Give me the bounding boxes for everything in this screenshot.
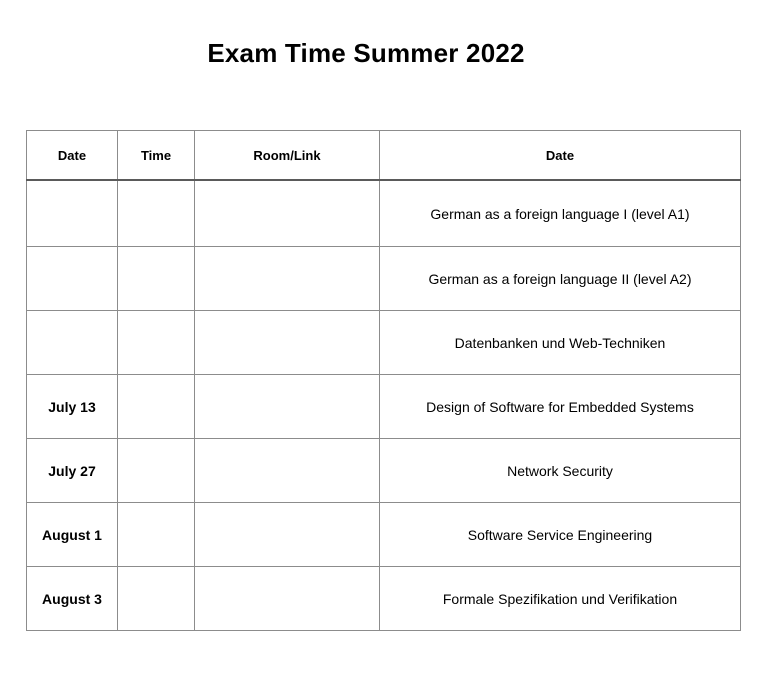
- table-row: German as a foreign language II (level A…: [26, 246, 741, 311]
- header-date: Date: [26, 130, 118, 181]
- cell-time: [117, 310, 195, 375]
- cell-room-link: [194, 502, 380, 567]
- cell-course: Datenbanken und Web-Techniken: [379, 310, 741, 375]
- document-title: Exam Time Summer 2022: [207, 38, 525, 68]
- cell-time: [117, 246, 195, 311]
- cell-room-link: [194, 374, 380, 439]
- header-time: Time: [117, 130, 195, 181]
- table-row: Datenbanken und Web-Techniken: [26, 310, 741, 375]
- cell-date: [26, 246, 118, 311]
- cell-course: Software Service Engineering: [379, 502, 741, 567]
- cell-room-link: [194, 438, 380, 503]
- cell-course: German as a foreign language I (level A1…: [379, 179, 741, 247]
- cell-course: Formale Spezifikation und Verifikation: [379, 566, 741, 631]
- cell-time: [117, 438, 195, 503]
- cell-date: August 1: [26, 502, 118, 567]
- cell-course: German as a foreign language II (level A…: [379, 246, 741, 311]
- cell-time: [117, 566, 195, 631]
- cell-time: [117, 374, 195, 439]
- cell-date: [26, 310, 118, 375]
- table-header-row: Date Time Room/Link Date: [26, 130, 741, 181]
- header-room-link: Room/Link: [194, 130, 380, 181]
- cell-course: Design of Software for Embedded Systems: [379, 374, 741, 439]
- cell-date: August 3: [26, 566, 118, 631]
- table-row: July 27 Network Security: [26, 438, 741, 503]
- table-row: July 13 Design of Software for Embedded …: [26, 374, 741, 439]
- table-row: August 1 Software Service Engineering: [26, 502, 741, 567]
- exam-schedule-table: Date Time Room/Link Date German as a for…: [26, 130, 741, 631]
- cell-date: July 27: [26, 438, 118, 503]
- table-row: August 3 Formale Spezifikation und Verif…: [26, 566, 741, 631]
- table-row: German as a foreign language I (level A1…: [26, 179, 741, 247]
- cell-room-link: [194, 566, 380, 631]
- header-course: Date: [379, 130, 741, 181]
- cell-time: [117, 502, 195, 567]
- cell-date: July 13: [26, 374, 118, 439]
- cell-time: [117, 179, 195, 247]
- cell-room-link: [194, 310, 380, 375]
- cell-room-link: [194, 246, 380, 311]
- cell-course: Network Security: [379, 438, 741, 503]
- cell-date: [26, 179, 118, 247]
- cell-room-link: [194, 179, 380, 247]
